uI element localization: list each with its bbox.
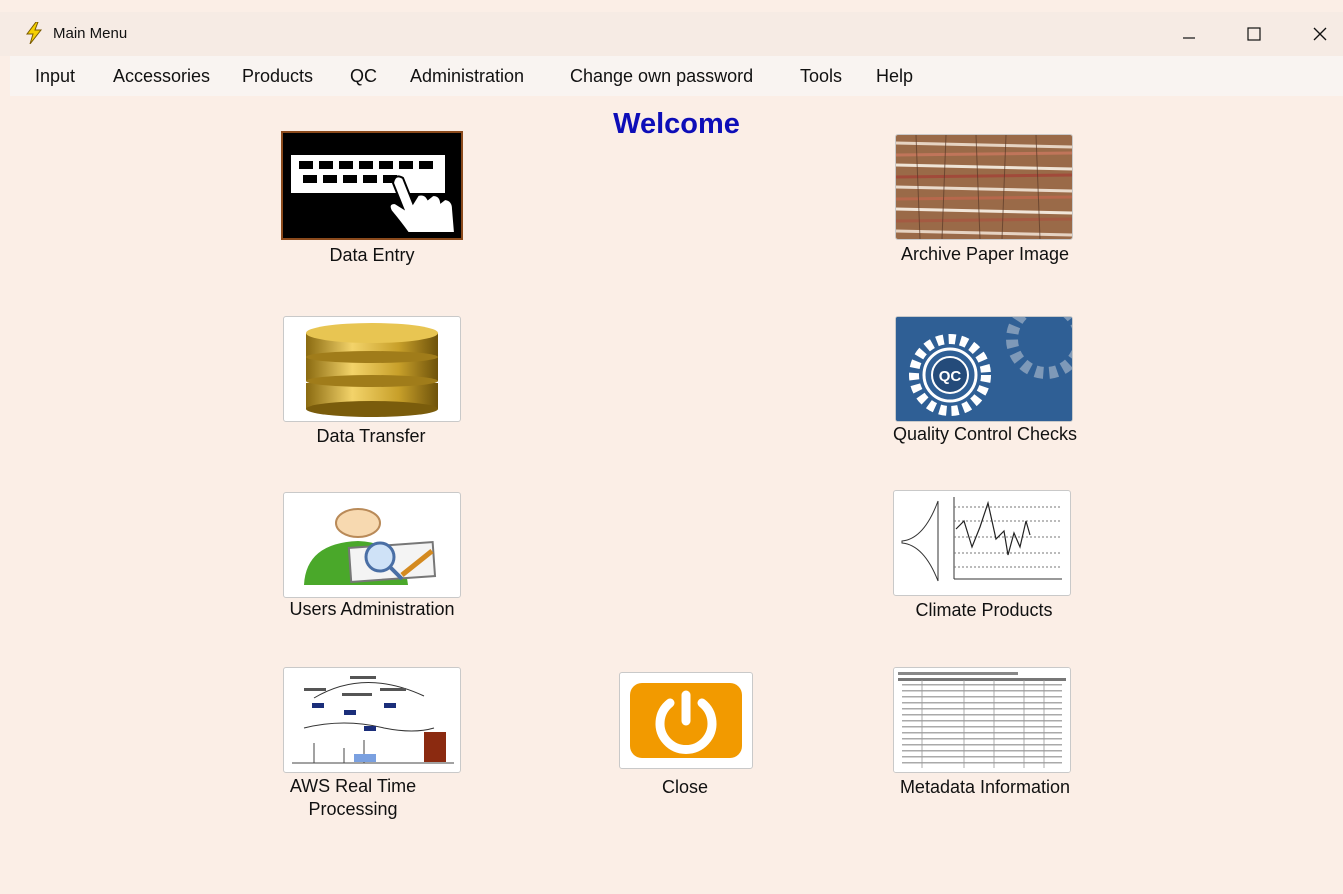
users-administration-label: Users Administration [289,599,455,619]
lightning-bolt-icon [24,21,44,45]
aws-real-time-processing-label: AWS Real Time Processing [289,776,417,819]
qc-badge-text: QC [939,368,962,385]
main-panel: Welcome Data Entry Data Transfer Users A… [10,96,1343,894]
menu-change-own-password[interactable]: Change own password [570,66,753,87]
close-icon [1313,27,1327,41]
keyboard-icon [281,131,463,240]
archive-papers-icon [895,134,1073,240]
quality-control-checks-label: Quality Control Checks [892,424,1078,444]
maximize-button[interactable] [1231,12,1277,56]
minimize-icon [1183,37,1195,39]
minimize-button[interactable] [1166,12,1212,56]
title-bar: Main Menu [0,12,1343,56]
climate-products-button[interactable]: Climate Products [893,490,1081,620]
data-transfer-button[interactable]: Data Transfer [283,316,461,451]
close-window-button[interactable] [1297,12,1343,56]
menu-products[interactable]: Products [242,66,313,87]
maximize-icon [1247,27,1261,41]
aws-real-time-processing-button[interactable]: AWS Real Time Processing [278,667,461,827]
close-label: Close [661,777,709,797]
menu-qc[interactable]: QC [350,66,377,87]
close-button[interactable]: Close [616,672,766,802]
climate-products-label: Climate Products [915,600,1053,620]
users-administration-button[interactable]: Users Administration [281,492,463,624]
data-entry-button[interactable]: Data Entry [281,131,463,271]
qc-gear-icon: QC [895,316,1073,422]
welcome-heading: Welcome [613,108,740,140]
archive-paper-image-label: Archive Paper Image [900,244,1070,264]
menu-accessories[interactable]: Accessories [113,66,210,87]
database-icon [283,316,461,422]
menu-administration[interactable]: Administration [410,66,524,87]
user-admin-icon [283,492,461,598]
aws-diagram-icon [283,667,461,773]
control-chart-icon [893,490,1071,596]
quality-control-checks-button[interactable]: QC Quality Control Checks [882,316,1088,446]
metadata-information-label: Metadata Information [899,777,1071,797]
power-icon [619,672,753,769]
data-transfer-label: Data Transfer [316,426,426,446]
archive-paper-image-button[interactable]: Archive Paper Image [890,134,1080,264]
menu-input[interactable]: Input [35,66,75,87]
data-entry-label: Data Entry [329,245,415,265]
menu-help[interactable]: Help [876,66,913,87]
metadata-information-button[interactable]: Metadata Information [890,667,1080,797]
window-title: Main Menu [53,25,128,42]
menu-bar: Input Accessories Products QC Administra… [10,56,1343,96]
metadata-table-icon [893,667,1071,773]
menu-tools[interactable]: Tools [800,66,842,87]
